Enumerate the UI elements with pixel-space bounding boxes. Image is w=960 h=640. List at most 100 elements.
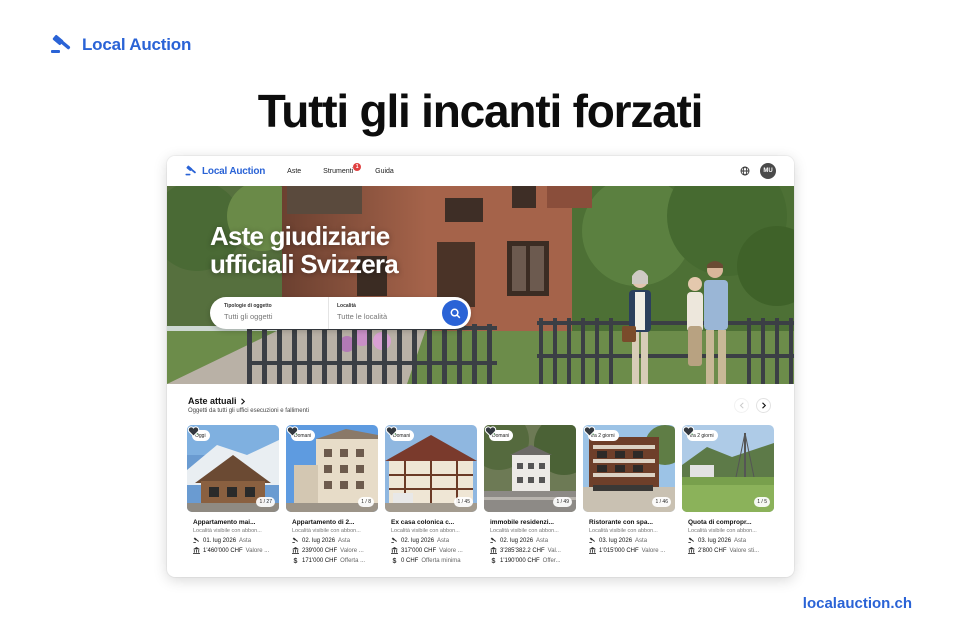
heart-icon[interactable] [385,425,398,438]
section-subtitle: Oggetti da tutti gli uffici esecuzioni e… [188,408,309,414]
object-type-select[interactable]: Tipologie di oggetto Tutti gli oggetti [210,297,329,329]
card-date-row: 02. lug 2026 Asta [391,537,479,544]
card-title[interactable]: Quota di compropr... [688,519,774,526]
heart-icon[interactable] [484,425,497,438]
object-type-label: Tipologie di oggetto [224,303,272,309]
card-title[interactable]: Ristorante con spa... [589,519,675,526]
card-location: Località visibile con abbon... [688,528,757,534]
card-offer-row: $ 0 CHF Offerta minima [391,557,479,565]
photo-counter: 1 / 46 [652,497,671,507]
footer-url[interactable]: localauction.ch [803,595,912,612]
search-button[interactable] [442,300,468,326]
card-date-row: 02. lug 2026 Asta [490,537,578,544]
card-title[interactable]: immobile residenzi... [490,519,576,526]
bank-icon [688,547,695,554]
nav-logo-text: Local Auction [202,165,266,177]
card-title[interactable]: Appartamento di 2... [292,519,378,526]
nav-logo[interactable]: Local Auction [185,165,265,177]
card-photo[interactable]: Domani 1 / 49 [484,425,576,512]
card-price: 2'800 CHF [698,547,727,554]
nav-link-strumenti-label: Strumenti [323,167,354,175]
location-select[interactable]: Località Tutte le località [329,297,439,329]
card-location: Località visibile con abbon... [193,528,262,534]
heart-icon[interactable] [583,425,596,438]
gavel-icon [589,537,595,543]
card-price-row: 1'460'000 CHF Valore ... [193,547,281,554]
object-type-value: Tutti gli oggetti [224,312,273,321]
card-offer-label: Offerta minima [421,557,461,564]
card-price-row: 2'800 CHF Valore sti... [688,547,776,554]
carousel-prev-button[interactable] [734,398,749,413]
card-photo[interactable]: Oggi 1 / 27 [187,425,279,512]
gavel-icon [490,537,496,543]
brand-name: Local Auction [82,35,192,54]
card-title[interactable]: Ex casa colonica c... [391,519,477,526]
chevron-right-icon [240,397,245,405]
card-date: 02. lug 2026 [401,537,435,544]
gavel-icon [185,165,196,176]
card-location: Località visibile con abbon... [391,528,460,534]
card-price: 1'015'000 CHF [599,547,639,554]
auction-card[interactable]: tra 2 giorni 1 / 46 Ristorante con spa..… [583,425,675,565]
page-headline: Tutti gli incanti forzati [257,85,704,137]
user-avatar[interactable]: MU [760,163,776,179]
card-offer-label: Offerta ... [340,557,366,564]
auction-card[interactable]: Oggi 1 / 27 Appartamento mai... Località… [187,425,279,565]
card-photo[interactable]: Domani 1 / 8 [286,425,378,512]
nav-link-guida[interactable]: Guida [375,168,394,175]
card-price-label: Val... [547,547,561,554]
auction-card[interactable]: Domani 1 / 8 Appartamento di 2... Locali… [286,425,378,565]
heart-icon[interactable] [187,425,200,438]
hero-banner: Aste giudiziarie ufficiali Svizzera Tipo… [167,186,794,384]
nav-link-aste[interactable]: Aste [287,168,301,175]
card-offer: 0 CHF [401,557,419,564]
card-price-row: 1'015'000 CHF Valore ... [589,547,677,554]
dollar-icon: $ [393,558,397,564]
heart-icon[interactable] [286,425,299,438]
card-location: Località visibile con abbon... [292,528,361,534]
card-price: 1'460'000 CHF [203,547,243,554]
page-brand[interactable]: Local Auction [50,34,191,56]
gavel-icon [688,537,694,543]
photo-counter: 1 / 27 [256,497,275,507]
current-auctions-header: Aste attuali Oggetti da tutti gli uffici… [188,396,309,414]
card-photo[interactable]: tra 2 giorni 1 / 5 [682,425,774,512]
card-date: 01. lug 2026 [203,537,237,544]
chevron-left-icon [739,402,744,409]
notification-badge: 1 [353,162,362,171]
top-nav: Local Auction Aste Strumenti 1 Guida MU [167,156,794,186]
svg-text:$: $ [294,558,298,564]
auction-card[interactable]: Domani 1 / 45 Ex casa colonica c... Loca… [385,425,477,565]
card-date-row: 01. lug 2026 Asta [193,537,281,544]
auction-card[interactable]: tra 2 giorni 1 / 5 Quota di compropr... … [682,425,774,565]
card-price-label: Valore sti... [729,547,760,554]
card-date: 02. lug 2026 [302,537,336,544]
gavel-icon [292,537,298,543]
card-price-row: 3'285'382.2 CHF Val... [490,547,578,554]
card-photo[interactable]: Domani 1 / 45 [385,425,477,512]
heart-icon[interactable] [682,425,695,438]
card-price-row: 317'000 CHF Valore ... [391,547,479,554]
hero-photo [167,186,794,384]
nav-link-strumenti[interactable]: Strumenti 1 [323,162,362,175]
card-date-label: Asta [338,537,351,544]
gavel-icon [193,537,199,543]
language-button[interactable] [738,164,752,178]
hero-headline: Aste giudiziarie ufficiali Svizzera [210,221,399,279]
carousel-next-button[interactable] [756,398,771,413]
dollar-icon: $ [294,558,298,564]
auction-card[interactable]: Domani 1 / 49 immobile residenzi... Loca… [484,425,576,565]
card-price-label: Valore ... [641,547,666,554]
card-offer-row: $ 1'190'000 CHF Offer... [490,557,578,565]
card-photo[interactable]: tra 2 giorni 1 / 46 [583,425,675,512]
card-price-label: Valore ... [439,547,463,554]
section-title: Aste attuali [188,396,237,406]
location-label: Località [337,303,356,309]
photo-counter: 1 / 45 [454,497,473,507]
card-date: 03. lug 2026 [698,537,732,544]
card-title[interactable]: Appartamento mai... [193,519,279,526]
svg-text:$: $ [393,558,397,564]
section-title-link[interactable]: Aste attuali [188,396,309,406]
bank-icon [589,547,596,554]
card-location: Località visibile con abbon... [490,528,559,534]
